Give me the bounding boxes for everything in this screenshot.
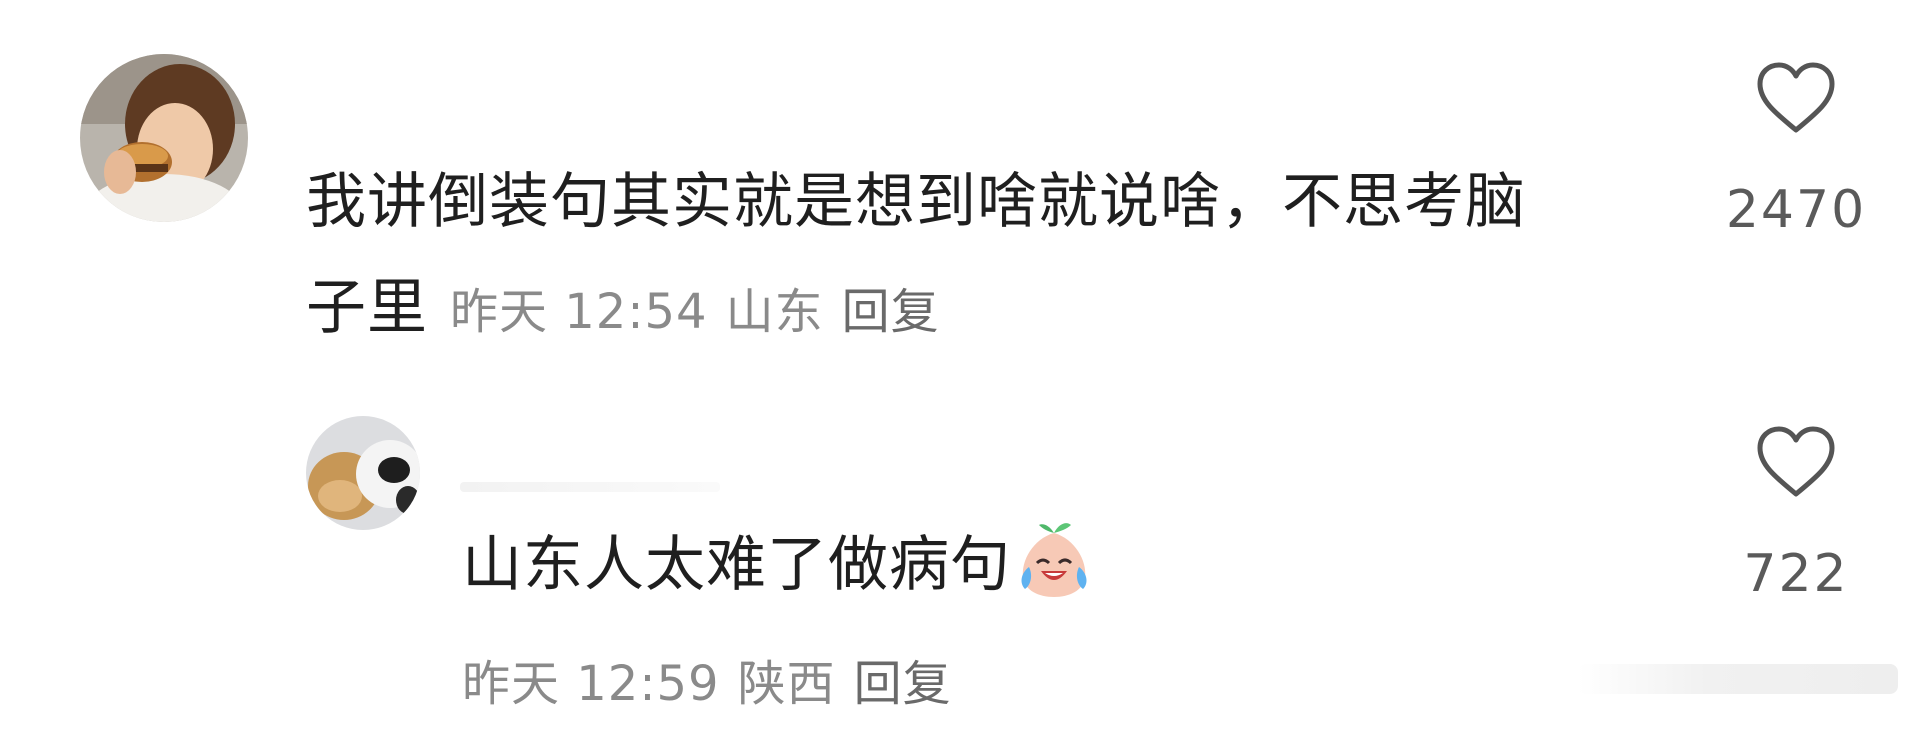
heart-outline-icon[interactable]: [1754, 424, 1838, 500]
comment-text-line-2: 子里: [306, 273, 428, 343]
comment-text-line-1: 我讲倒装句其实就是想到啥就说啥，不思考脑: [306, 167, 1526, 237]
comment-text-1-cont: 子里 昨天 12:54 山东 回复: [306, 258, 940, 362]
comment-text-line-1: 山东人太难了做病句: [462, 530, 1011, 600]
comment-meta-1: 昨天 12:54 山东 回复: [450, 284, 940, 340]
watermark-blur: [1578, 664, 1898, 694]
like-block-1: 2470: [1716, 60, 1876, 240]
comment-location: 陕西: [737, 656, 836, 712]
reply-button[interactable]: 回复: [842, 284, 940, 340]
crying-laughing-peach-emoji: [1021, 523, 1087, 597]
comment-text-2: 山东人太难了做病句: [462, 515, 1093, 615]
username-redacted: [460, 482, 720, 492]
comment-time: 昨天 12:54: [450, 284, 708, 340]
comment-time: 昨天 12:59: [462, 656, 720, 712]
like-count-1: 2470: [1725, 180, 1867, 240]
avatar-image-2: [306, 416, 420, 530]
like-block-2: 722: [1716, 424, 1876, 604]
avatar-image-1: [80, 54, 248, 222]
comment-meta-2: 昨天 12:59 陕西 回复: [462, 644, 952, 714]
user-avatar-2[interactable]: [306, 416, 420, 530]
heart-outline-icon[interactable]: [1754, 60, 1838, 136]
reply-button[interactable]: 回复: [854, 656, 952, 712]
like-count-2: 722: [1743, 544, 1849, 604]
comment-text-1: 我讲倒装句其实就是想到啥就说啥，不思考脑: [306, 152, 1526, 252]
comment-location: 山东: [725, 284, 824, 340]
user-avatar-1[interactable]: [80, 54, 248, 222]
